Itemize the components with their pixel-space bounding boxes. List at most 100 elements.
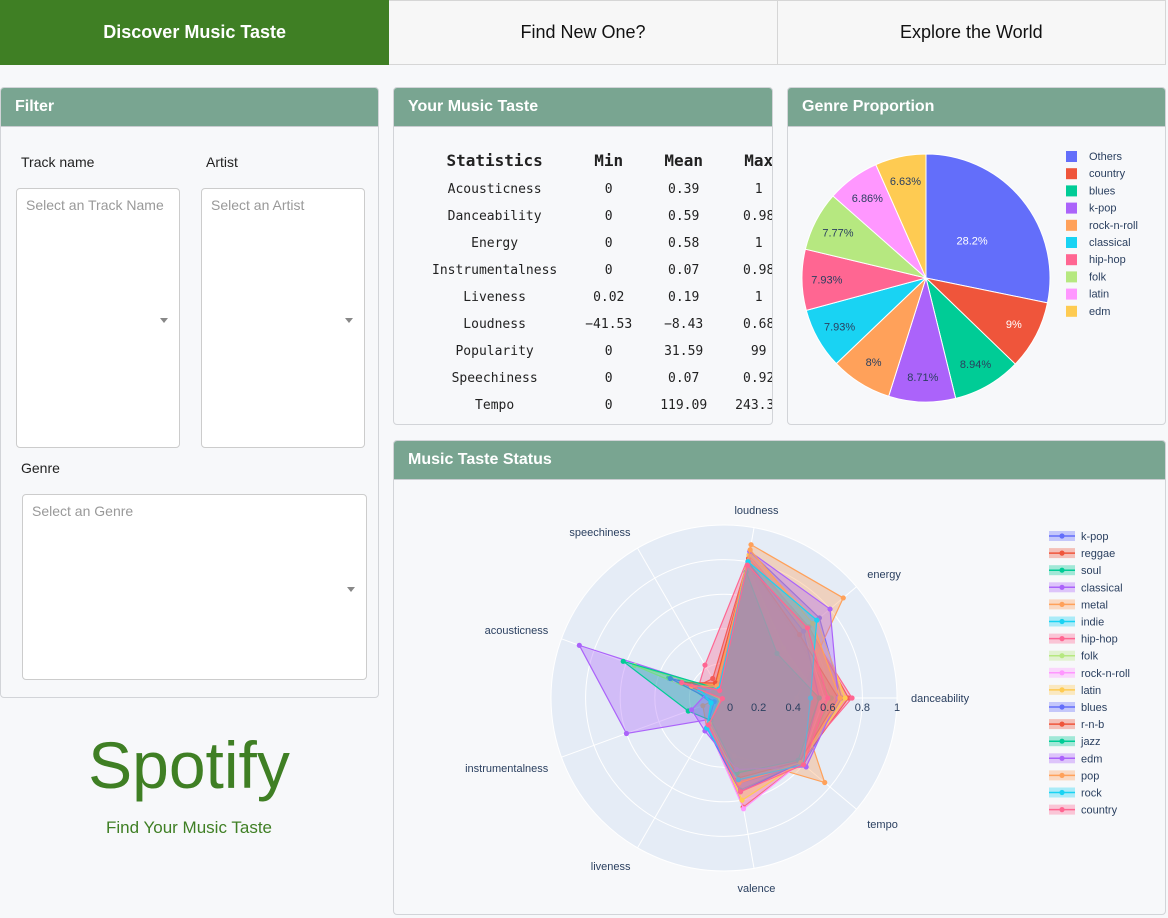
statistic-value: 243.37 bbox=[735, 398, 772, 413]
statistic-value: 0 bbox=[604, 209, 613, 224]
legend-item-label[interactable]: latin bbox=[1089, 289, 1109, 301]
radar-point[interactable] bbox=[849, 695, 855, 701]
music-taste-card: Your Music Taste Statistics Min Mean Max… bbox=[393, 87, 773, 425]
legend-item-label[interactable]: rock-n-roll bbox=[1089, 220, 1138, 232]
pie-slice[interactable] bbox=[925, 153, 1051, 304]
legend-item-label[interactable]: latin bbox=[1081, 685, 1101, 697]
legend-item-label[interactable]: classical bbox=[1089, 237, 1131, 249]
radar-point[interactable] bbox=[739, 797, 745, 803]
brand-tagline: Find Your Music Taste bbox=[106, 818, 272, 837]
statistic-name: Danceability bbox=[447, 209, 542, 224]
radar-point[interactable] bbox=[708, 700, 714, 706]
legend-swatch bbox=[1066, 202, 1077, 214]
radar-point[interactable] bbox=[748, 542, 754, 548]
legend-item-label[interactable]: edm bbox=[1081, 753, 1102, 765]
radar-point[interactable] bbox=[705, 722, 712, 728]
genre-pie-chart: 28.2% 9% 8.94% 8.71% 8% 7.93% 7.93% 7.77% 6.86% 6… bbox=[801, 151, 1138, 403]
pie-slice-label: 7.93% bbox=[811, 274, 842, 286]
statistic-value: 0 bbox=[604, 182, 613, 197]
statistic-value: 0.19 bbox=[668, 290, 700, 305]
statistic-value: 0.07 bbox=[668, 371, 700, 386]
radar-point[interactable] bbox=[737, 789, 744, 795]
music-taste-status-card: Music Taste Status 0 0.2 0.4 0.6 0.8 1 danceab… bbox=[393, 440, 1166, 915]
artist-label: Artist bbox=[206, 154, 238, 170]
statistic-value: 0.07 bbox=[668, 263, 700, 278]
radar-point[interactable] bbox=[842, 695, 848, 701]
legend-item-label[interactable]: pop bbox=[1081, 770, 1099, 782]
statistic-name: Speechiness bbox=[451, 371, 538, 386]
legend-item-label[interactable]: hip-hop bbox=[1089, 254, 1126, 266]
tab-explore-the-world[interactable]: Explore the World bbox=[777, 0, 1166, 65]
radar-point[interactable] bbox=[804, 625, 811, 631]
spotify-logo-text: Spotify bbox=[88, 728, 290, 802]
legend-item-label[interactable]: k-pop bbox=[1089, 203, 1117, 215]
legend-item-label[interactable]: hip-hop bbox=[1081, 634, 1118, 646]
radar-point[interactable] bbox=[825, 695, 831, 701]
radar-point[interactable] bbox=[623, 730, 630, 737]
artist-placeholder: Select an Artist bbox=[211, 197, 305, 213]
genre-proportion-card: Genre Proportion 28.2% 9% 8.94% 8.71% 8% 7.93… bbox=[787, 87, 1166, 425]
statistic-name: Popularity bbox=[455, 344, 534, 359]
legend-item-label[interactable]: folk bbox=[1089, 271, 1107, 283]
radar-point[interactable] bbox=[814, 617, 820, 623]
legend-item-label[interactable]: rock-n-roll bbox=[1081, 668, 1130, 680]
legend-item-label[interactable]: soul bbox=[1081, 565, 1101, 577]
radar-point[interactable] bbox=[840, 595, 846, 601]
radial-tick-label: 0 bbox=[727, 702, 733, 714]
legend-item-label[interactable]: Others bbox=[1089, 151, 1123, 163]
radar-point[interactable] bbox=[702, 662, 708, 668]
chevron-down-icon bbox=[160, 318, 168, 323]
radar-point[interactable] bbox=[837, 695, 843, 701]
tab-discover-music-taste[interactable]: Discover Music Taste bbox=[0, 0, 390, 65]
statistic-value: 1 bbox=[754, 290, 763, 305]
radar-point[interactable] bbox=[688, 707, 695, 713]
legend-item-label[interactable]: r-n-b bbox=[1081, 719, 1104, 731]
statistic-value: 0 bbox=[604, 263, 613, 278]
legend-item-label[interactable]: metal bbox=[1081, 599, 1108, 611]
genre-proportion-title: Genre Proportion bbox=[788, 88, 1165, 127]
pie-slice-label: 9% bbox=[1006, 319, 1022, 331]
legend-item-label[interactable]: blues bbox=[1081, 702, 1108, 714]
filter-card: Filter Track name Artist Select an Track… bbox=[0, 87, 379, 698]
legend-item-label[interactable]: classical bbox=[1081, 582, 1123, 594]
radar-point[interactable] bbox=[679, 680, 685, 686]
pie-slice-label: 7.93% bbox=[824, 322, 855, 334]
radar-axis-label: tempo bbox=[867, 819, 898, 831]
radar-point[interactable] bbox=[717, 687, 723, 694]
legend-item-label[interactable]: edm bbox=[1089, 306, 1110, 318]
statistic-value: 99 bbox=[750, 344, 767, 359]
radar-point[interactable] bbox=[822, 779, 828, 786]
column-header: Max bbox=[744, 150, 773, 170]
radar-point[interactable] bbox=[576, 642, 582, 648]
artist-dropdown[interactable]: Select an Artist bbox=[201, 188, 365, 448]
legend-item-label[interactable]: folk bbox=[1081, 651, 1099, 663]
statistic-name: Instrumentalness bbox=[432, 263, 558, 278]
legend-item-label[interactable]: jazz bbox=[1080, 736, 1101, 748]
legend-item-label[interactable]: blues bbox=[1089, 185, 1116, 197]
statistics-row: Loudness −41.53 −8.43 0.68 bbox=[418, 311, 772, 338]
statistics-row: Danceability 0 0.59 0.98 bbox=[418, 203, 772, 230]
legend-swatch-marker bbox=[1059, 653, 1065, 659]
legend-item-label[interactable]: country bbox=[1089, 168, 1126, 180]
radar-point[interactable] bbox=[740, 806, 747, 812]
legend-swatch-marker bbox=[1059, 738, 1065, 744]
legend-item-label[interactable]: indie bbox=[1081, 617, 1104, 629]
statistics-row: Energy 0 0.58 1 bbox=[418, 230, 772, 257]
legend-item-label[interactable]: country bbox=[1081, 805, 1118, 817]
radar-point[interactable] bbox=[747, 547, 753, 553]
genre-dropdown[interactable]: Select an Genre bbox=[22, 494, 367, 680]
legend-item-label[interactable]: k-pop bbox=[1081, 531, 1109, 543]
chevron-down-icon bbox=[347, 587, 355, 592]
legend-item-label[interactable]: reggae bbox=[1081, 548, 1115, 560]
radar-point[interactable] bbox=[827, 606, 833, 612]
tab-find-new-one[interactable]: Find New One? bbox=[389, 0, 778, 65]
statistic-value: 0.58 bbox=[668, 236, 700, 251]
radar-point[interactable] bbox=[620, 658, 626, 664]
legend-swatch-marker bbox=[1059, 618, 1065, 625]
track-name-dropdown[interactable]: Select an Track Name bbox=[16, 188, 180, 448]
radar-point[interactable] bbox=[719, 695, 725, 702]
radar-point[interactable] bbox=[800, 762, 807, 768]
pie-slice-label: 7.77% bbox=[822, 227, 853, 239]
legend-item-label[interactable]: rock bbox=[1081, 788, 1102, 800]
radar-point[interactable] bbox=[744, 562, 751, 568]
